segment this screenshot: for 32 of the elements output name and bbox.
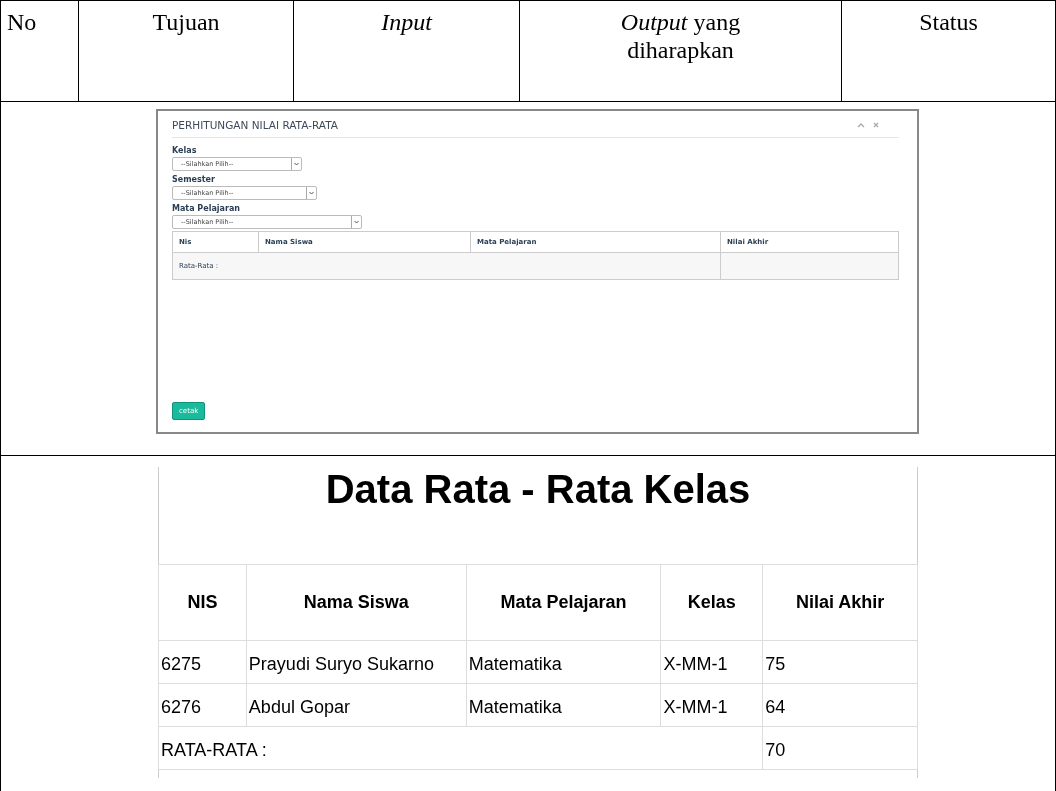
table-cell: 6275 <box>158 640 247 684</box>
table-cell: Matematika <box>466 683 661 727</box>
table-cell: Matematika <box>466 640 661 684</box>
column-header: Input <box>381 9 432 37</box>
column-header: Tujuan <box>152 9 220 37</box>
column-header: Output yang diharapkan <box>619 9 742 65</box>
table-header: NIS <box>158 564 247 641</box>
close-icon[interactable] <box>873 122 879 128</box>
table-cell: 75 <box>762 640 918 684</box>
table-header: Kelas <box>660 564 763 641</box>
table-cell: X-MM-1 <box>660 640 763 684</box>
table-cell: Abdul Gopar <box>246 683 467 727</box>
column-header: Status <box>919 9 978 37</box>
field-label: Mata Pelajaran <box>172 204 241 213</box>
table-cell: 64 <box>762 683 918 727</box>
panel-title: PERHITUNGAN NILAI RATA-RATA <box>172 119 338 131</box>
table-cell: RATA-RATA : <box>158 726 763 770</box>
column-header: No <box>7 9 37 37</box>
table-header: Mata Pelajaran <box>466 564 661 641</box>
report-title: Data Rata - Rata Kelas <box>324 467 752 512</box>
field-label: Kelas <box>172 146 198 155</box>
table-cell: Prayudi Suryo Sukarno <box>246 640 467 684</box>
field-label: Semester <box>172 175 216 184</box>
caret-icon <box>351 216 361 228</box>
collapse-icon[interactable] <box>857 122 865 128</box>
caret-icon <box>291 158 301 170</box>
table-header: Nilai Akhir <box>762 564 918 641</box>
caret-icon <box>306 187 316 199</box>
table-cell: 70 <box>762 726 918 770</box>
table-cell: 6276 <box>158 683 247 727</box>
table-header: Nama Siswa <box>246 564 467 641</box>
table-cell: X-MM-1 <box>660 683 763 727</box>
